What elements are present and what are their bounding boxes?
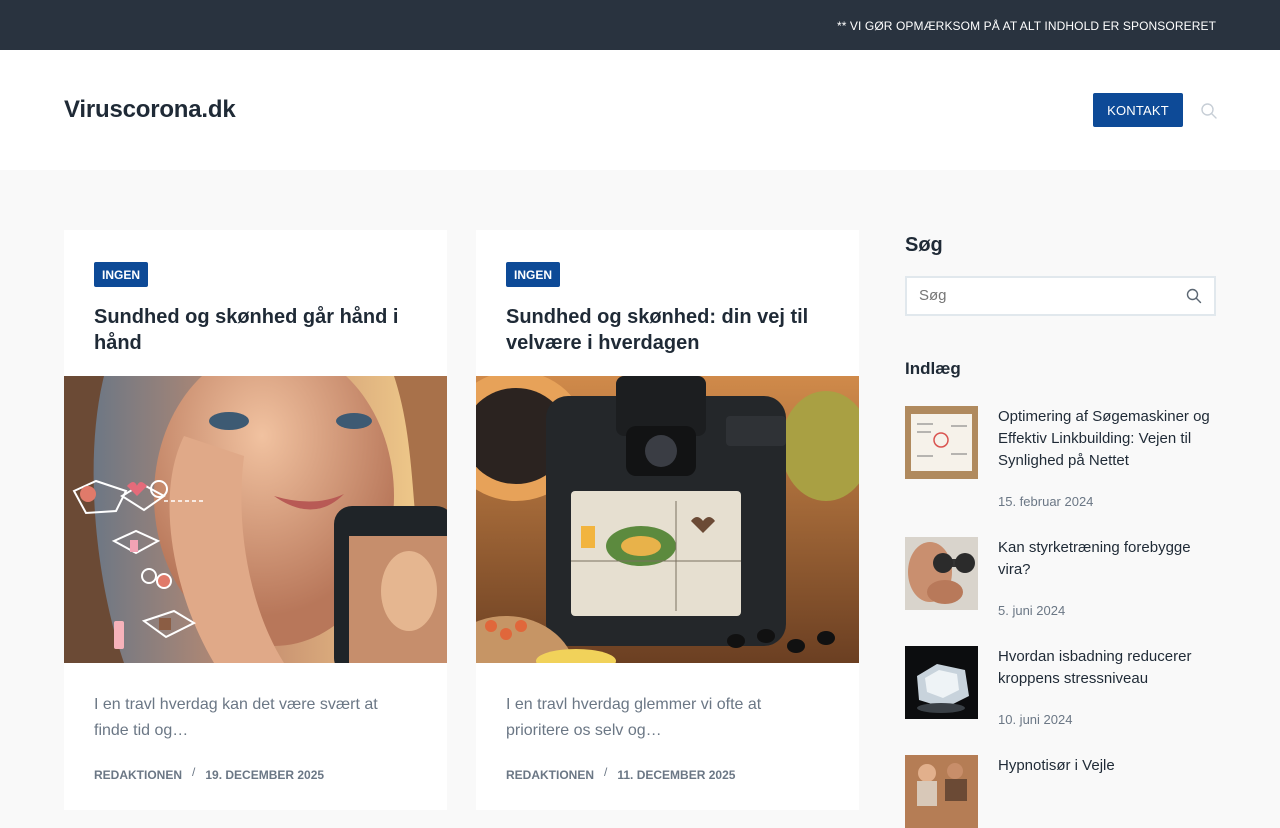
post-thumbnail[interactable]	[905, 755, 978, 828]
meta-separator: /	[604, 765, 608, 779]
post-title-link[interactable]: Hypnotisør i Vejle	[998, 755, 1216, 777]
post-thumbnail[interactable]	[905, 646, 978, 719]
search-icon[interactable]	[1186, 288, 1202, 304]
article-title[interactable]: Sundhed og skønhed: din vej til velvære …	[506, 304, 836, 356]
post-date: 10. juni 2024	[998, 712, 1073, 727]
sidebar-posts-title: Indlæg	[905, 359, 961, 378]
article-meta: REDAKTIONEN / 19. DECEMBER 2025	[94, 765, 325, 782]
article-author[interactable]: REDAKTIONEN	[506, 768, 594, 782]
article-meta: REDAKTIONEN / 11. DECEMBER 2025	[506, 765, 736, 782]
article-excerpt: I en travl hverdag glemmer vi ofte at pr…	[506, 696, 762, 739]
post-date: 15. februar 2024	[998, 494, 1094, 509]
post-title-link[interactable]: Kan styrketræning forebygge vira?	[998, 537, 1216, 581]
article-card: INGEN Sundhed og skønhed: din vej til ve…	[476, 230, 859, 810]
sponsored-notice: ** VI GØR OPMÆRKSOM PÅ AT ALT INDHOLD ER…	[836, 19, 1216, 33]
article-image[interactable]	[476, 376, 859, 663]
article-author[interactable]: REDAKTIONEN	[94, 768, 182, 782]
category-badge[interactable]: INGEN	[94, 262, 149, 287]
site-header: Viruscorona.dk KONTAKT	[0, 50, 1280, 170]
post-title-link[interactable]: Optimering af Søgemaskiner og Effektiv L…	[998, 406, 1216, 472]
site-title-link[interactable]: Viruscorona.dk	[64, 96, 236, 124]
sidebar-search-box	[905, 276, 1216, 316]
post-date: 5. juni 2024	[998, 603, 1066, 618]
article-image[interactable]	[64, 376, 447, 663]
post-thumbnail[interactable]	[905, 406, 978, 479]
search-icon[interactable]	[1200, 102, 1218, 120]
post-title-link[interactable]: Hvordan isbadning reducerer kroppens str…	[998, 646, 1216, 690]
article-date: 19. DECEMBER 2025	[205, 768, 325, 782]
post-thumbnail[interactable]	[905, 537, 978, 610]
search-input[interactable]	[919, 287, 1169, 304]
article-card: INGEN Sundhed og skønhed går hånd i hånd	[64, 230, 447, 810]
category-badge[interactable]: INGEN	[506, 262, 561, 287]
sidebar-search-title: Søg	[905, 234, 943, 256]
contact-button[interactable]: KONTAKT	[1093, 93, 1183, 127]
top-notice-bar: ** VI GØR OPMÆRKSOM PÅ AT ALT INDHOLD ER…	[0, 0, 1280, 50]
meta-separator: /	[192, 765, 196, 779]
article-excerpt: I en travl hverdag kan det være svært at…	[94, 696, 378, 739]
article-date: 11. DECEMBER 2025	[617, 768, 736, 782]
article-title[interactable]: Sundhed og skønhed går hånd i hånd	[94, 304, 424, 356]
